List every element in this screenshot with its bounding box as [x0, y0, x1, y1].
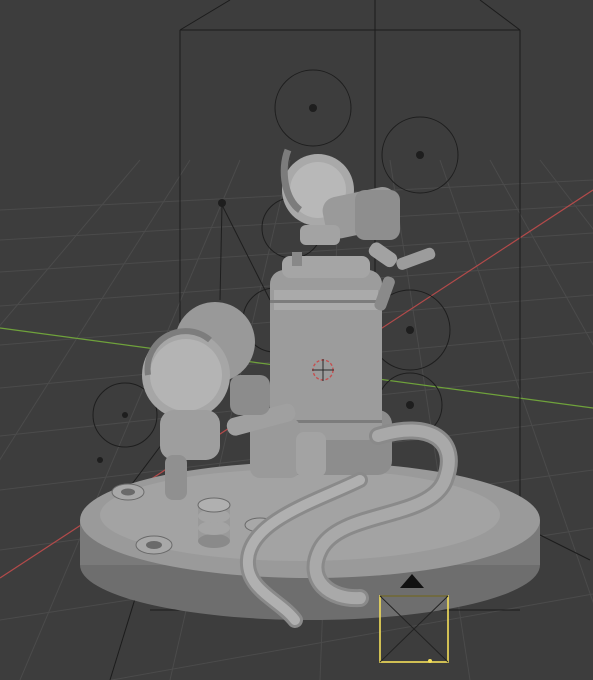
3d-viewport[interactable] — [0, 0, 593, 680]
pressure-tank[interactable] — [250, 252, 392, 478]
viewport-canvas[interactable] — [0, 0, 593, 680]
